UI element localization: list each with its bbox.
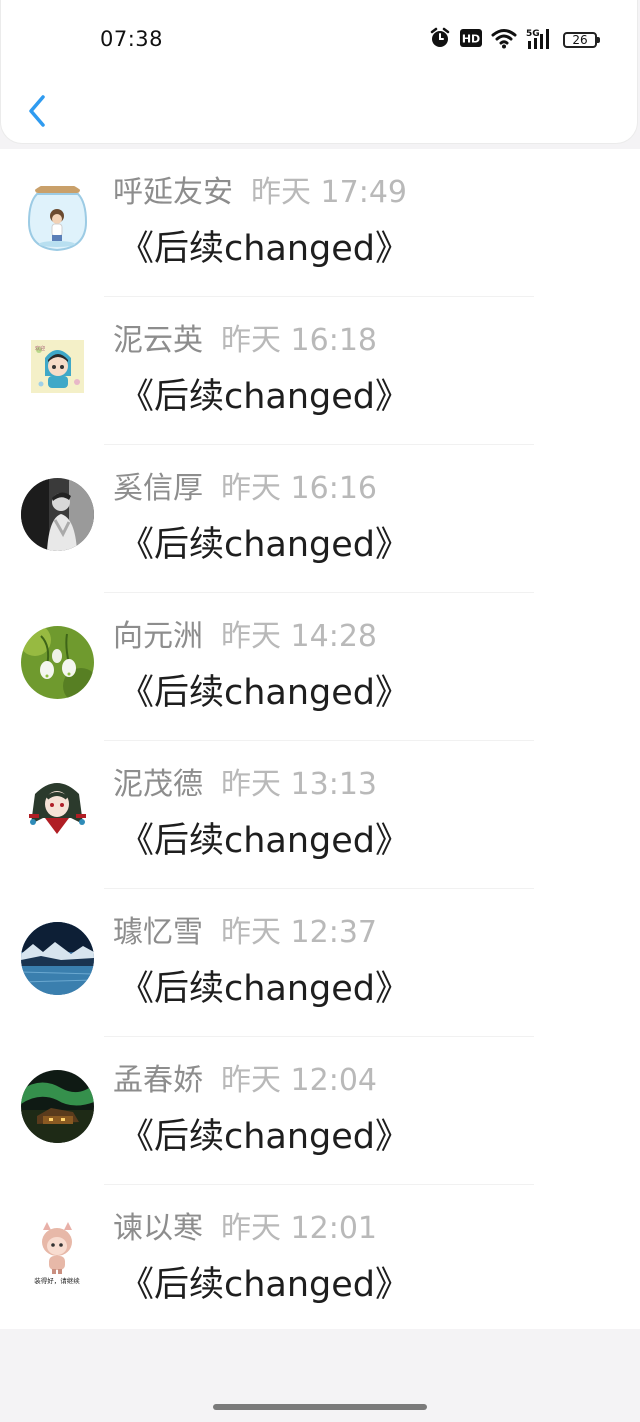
user-name[interactable]: 向元洲 xyxy=(113,619,203,654)
battery-icon: 26 xyxy=(563,32,600,48)
comment-time: 昨天 14:28 xyxy=(221,619,377,654)
anime-boy-avatar[interactable]: 欢迎 xyxy=(21,330,94,403)
lake-landscape-avatar[interactable] xyxy=(21,922,94,995)
comment-header: 泥云英 昨天 16:18 xyxy=(113,323,377,359)
comment-text: 《后续changed》 xyxy=(119,229,411,269)
svg-text:HD: HD xyxy=(462,33,480,46)
comment-item[interactable]: 璩忆雪 昨天 12:37 《后续changed》 xyxy=(0,889,640,1037)
aurora-night-avatar[interactable] xyxy=(21,1070,94,1143)
status-icons: HD 5G 26 xyxy=(429,27,600,53)
comment-header: 璩忆雪 昨天 12:37 xyxy=(113,915,377,951)
comment-time: 昨天 16:16 xyxy=(221,471,377,506)
signal-5g-icon: 5G xyxy=(526,27,554,53)
user-name[interactable]: 奚信厚 xyxy=(113,471,203,506)
snowdrop-flower-avatar[interactable] xyxy=(21,626,94,699)
cartoon-doll-avatar[interactable]: 装得好，请继续 xyxy=(21,1218,94,1291)
comment-header: 谏以寒 昨天 12:01 xyxy=(113,1211,377,1247)
battery-level: 26 xyxy=(572,33,588,47)
anime-girl-avatar[interactable] xyxy=(21,774,94,847)
svg-text:5G: 5G xyxy=(526,29,540,39)
comment-text: 《后续changed》 xyxy=(119,673,411,713)
comment-time: 昨天 12:01 xyxy=(221,1211,377,1246)
avatar-caption: 装得好，请继续 xyxy=(34,1276,80,1285)
comment-header: 向元洲 昨天 14:28 xyxy=(113,619,377,655)
bw-portrait-avatar[interactable] xyxy=(21,478,94,551)
comment-text: 《后续changed》 xyxy=(119,1117,411,1157)
comment-time: 昨天 12:04 xyxy=(221,1063,377,1098)
user-name[interactable]: 呼延友安 xyxy=(113,175,233,210)
alarm-icon xyxy=(429,27,451,53)
comment-item[interactable]: 奚信厚 昨天 16:16 《后续changed》 xyxy=(0,445,640,593)
comment-item[interactable]: 装得好，请继续 谏以寒 昨天 12:01 《后续changed》 xyxy=(0,1185,640,1333)
comment-text: 《后续changed》 xyxy=(119,969,411,1009)
comment-item[interactable]: 呼延友安 昨天 17:49 《后续changed》 xyxy=(0,149,640,297)
user-name[interactable]: 谏以寒 xyxy=(113,1211,203,1246)
comment-time: 昨天 12:37 xyxy=(221,915,377,950)
user-name[interactable]: 泥云英 xyxy=(113,323,203,358)
comment-item[interactable]: 欢迎 泥云英 昨天 16:18 《后续changed》 xyxy=(0,297,640,445)
comment-time: 昨天 17:49 xyxy=(251,175,407,210)
user-name[interactable]: 孟春娇 xyxy=(113,1063,203,1098)
comment-time: 昨天 16:18 xyxy=(221,323,377,358)
comment-text: 《后续changed》 xyxy=(119,821,411,861)
comment-header: 奚信厚 昨天 16:16 xyxy=(113,471,377,507)
home-indicator[interactable] xyxy=(213,1404,427,1410)
status-time: 07:38 xyxy=(100,27,164,51)
glass-jar-avatar[interactable] xyxy=(21,182,94,255)
comment-item[interactable]: 孟春娇 昨天 12:04 《后续changed》 xyxy=(0,1037,640,1185)
comment-item[interactable]: 泥茂德 昨天 13:13 《后续changed》 xyxy=(0,741,640,889)
chevron-left-icon xyxy=(29,95,45,127)
user-name[interactable]: 璩忆雪 xyxy=(113,915,203,950)
comment-text: 《后续changed》 xyxy=(119,377,411,417)
comment-time: 昨天 13:13 xyxy=(221,767,377,802)
hd-icon: HD xyxy=(460,29,482,51)
svg-text:欢迎: 欢迎 xyxy=(35,345,45,352)
top-bar: 07:38 HD 5G 26 xyxy=(0,0,638,144)
back-button[interactable] xyxy=(23,92,51,130)
comment-item[interactable]: 向元洲 昨天 14:28 《后续changed》 xyxy=(0,593,640,741)
comment-list: 呼延友安 昨天 17:49 《后续changed》 欢迎 泥云英 昨天 16:18 xyxy=(0,149,640,1329)
comment-text: 《后续changed》 xyxy=(119,525,411,565)
comment-text: 《后续changed》 xyxy=(119,1265,411,1305)
comment-header: 泥茂德 昨天 13:13 xyxy=(113,767,377,803)
comment-header: 孟春娇 昨天 12:04 xyxy=(113,1063,377,1099)
comment-header: 呼延友安 昨天 17:49 xyxy=(113,175,407,211)
user-name[interactable]: 泥茂德 xyxy=(113,767,203,802)
wifi-icon xyxy=(491,27,517,53)
